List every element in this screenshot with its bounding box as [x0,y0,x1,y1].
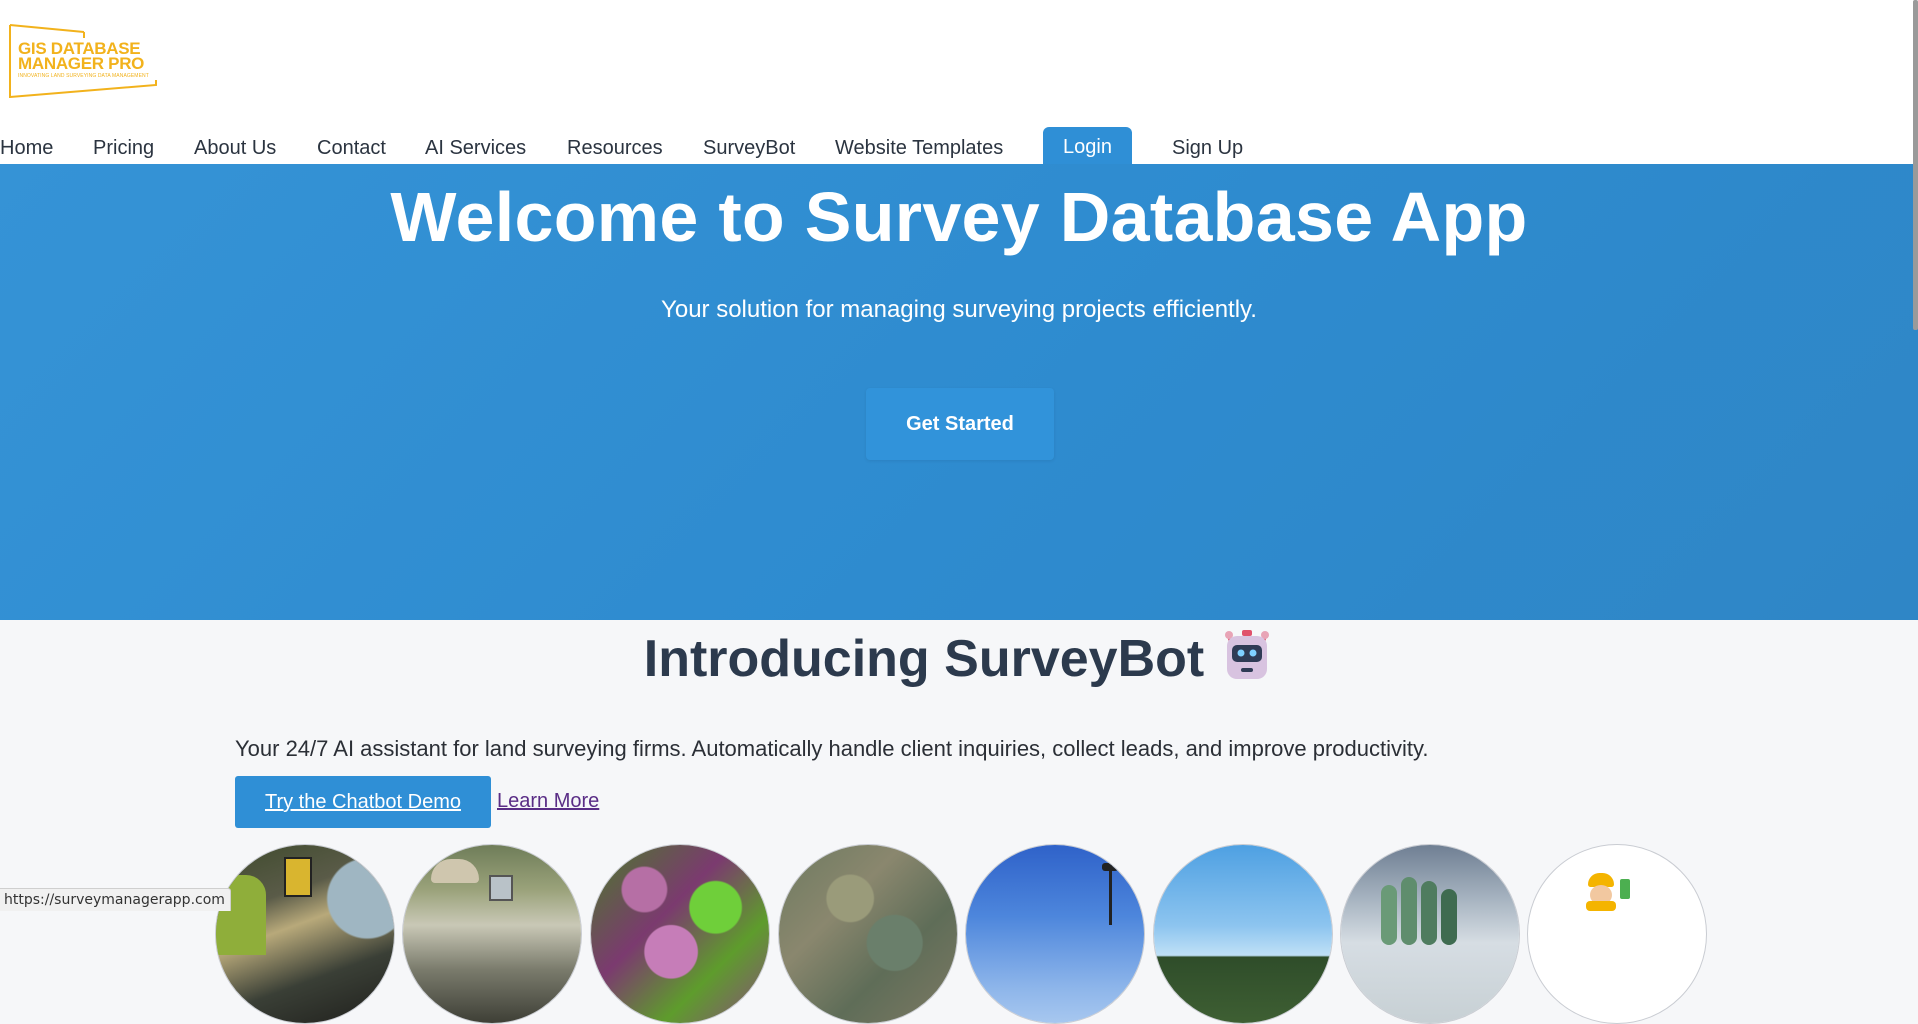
gallery-item-satellite-terrain-map[interactable] [590,844,770,1024]
gallery-item-field-trees-sky[interactable] [1153,844,1333,1024]
nav-sign-up[interactable]: Sign Up [1172,137,1243,160]
logo-tagline: INNOVATING LAND SURVEYING DATA MANAGEMEN… [18,73,149,79]
gallery-item-surveyor-total-station[interactable] [215,844,395,1024]
surveybot-heading-text: Introducing SurveyBot [643,630,1205,688]
nav-ai-services[interactable]: AI Services [425,137,526,160]
learn-more-link[interactable]: Learn More [497,790,599,813]
hero-subtitle: Your solution for managing surveying pro… [661,296,1257,323]
nav-contact[interactable]: Contact [317,137,386,160]
nav-home[interactable]: Home [0,137,53,160]
surveybot-description: Your 24/7 AI assistant for land surveyin… [235,736,1429,761]
gallery-item-surveyor-cartoon[interactable] [1527,844,1707,1024]
link-status-url: https://surveymanagerapp.com [0,888,231,911]
hero-section: Welcome to Survey Database App Your solu… [0,164,1918,620]
site-header: GIS DATABASE MANAGER PRO INNOVATING LAND… [0,0,1918,167]
site-logo[interactable]: GIS DATABASE MANAGER PRO INNOVATING LAND… [8,24,160,98]
surveybot-heading: Introducing SurveyBot [0,628,1918,689]
gallery-item-hand-sky-landscape[interactable] [1340,844,1520,1024]
nav-surveybot[interactable]: SurveyBot [703,137,795,160]
logo-text-line2: MANAGER PRO [18,54,145,73]
hero-title: Welcome to Survey Database App [390,178,1528,256]
chatbot-demo-button[interactable]: Try the Chatbot Demo [235,776,491,828]
login-button[interactable]: Login [1043,127,1132,167]
nav-website-templates[interactable]: Website Templates [835,137,1003,160]
nav-about[interactable]: About Us [194,137,276,160]
gallery-item-surveyor-field-equipment[interactable] [402,844,582,1024]
get-started-button[interactable]: Get Started [866,388,1054,460]
gallery-item-drone-site-sky[interactable] [965,844,1145,1024]
robot-icon [1220,628,1274,682]
gallery-item-aerial-land-map[interactable] [778,844,958,1024]
page-scrollbar[interactable] [1913,0,1918,330]
nav-resources[interactable]: Resources [567,137,663,160]
nav-pricing[interactable]: Pricing [93,137,154,160]
